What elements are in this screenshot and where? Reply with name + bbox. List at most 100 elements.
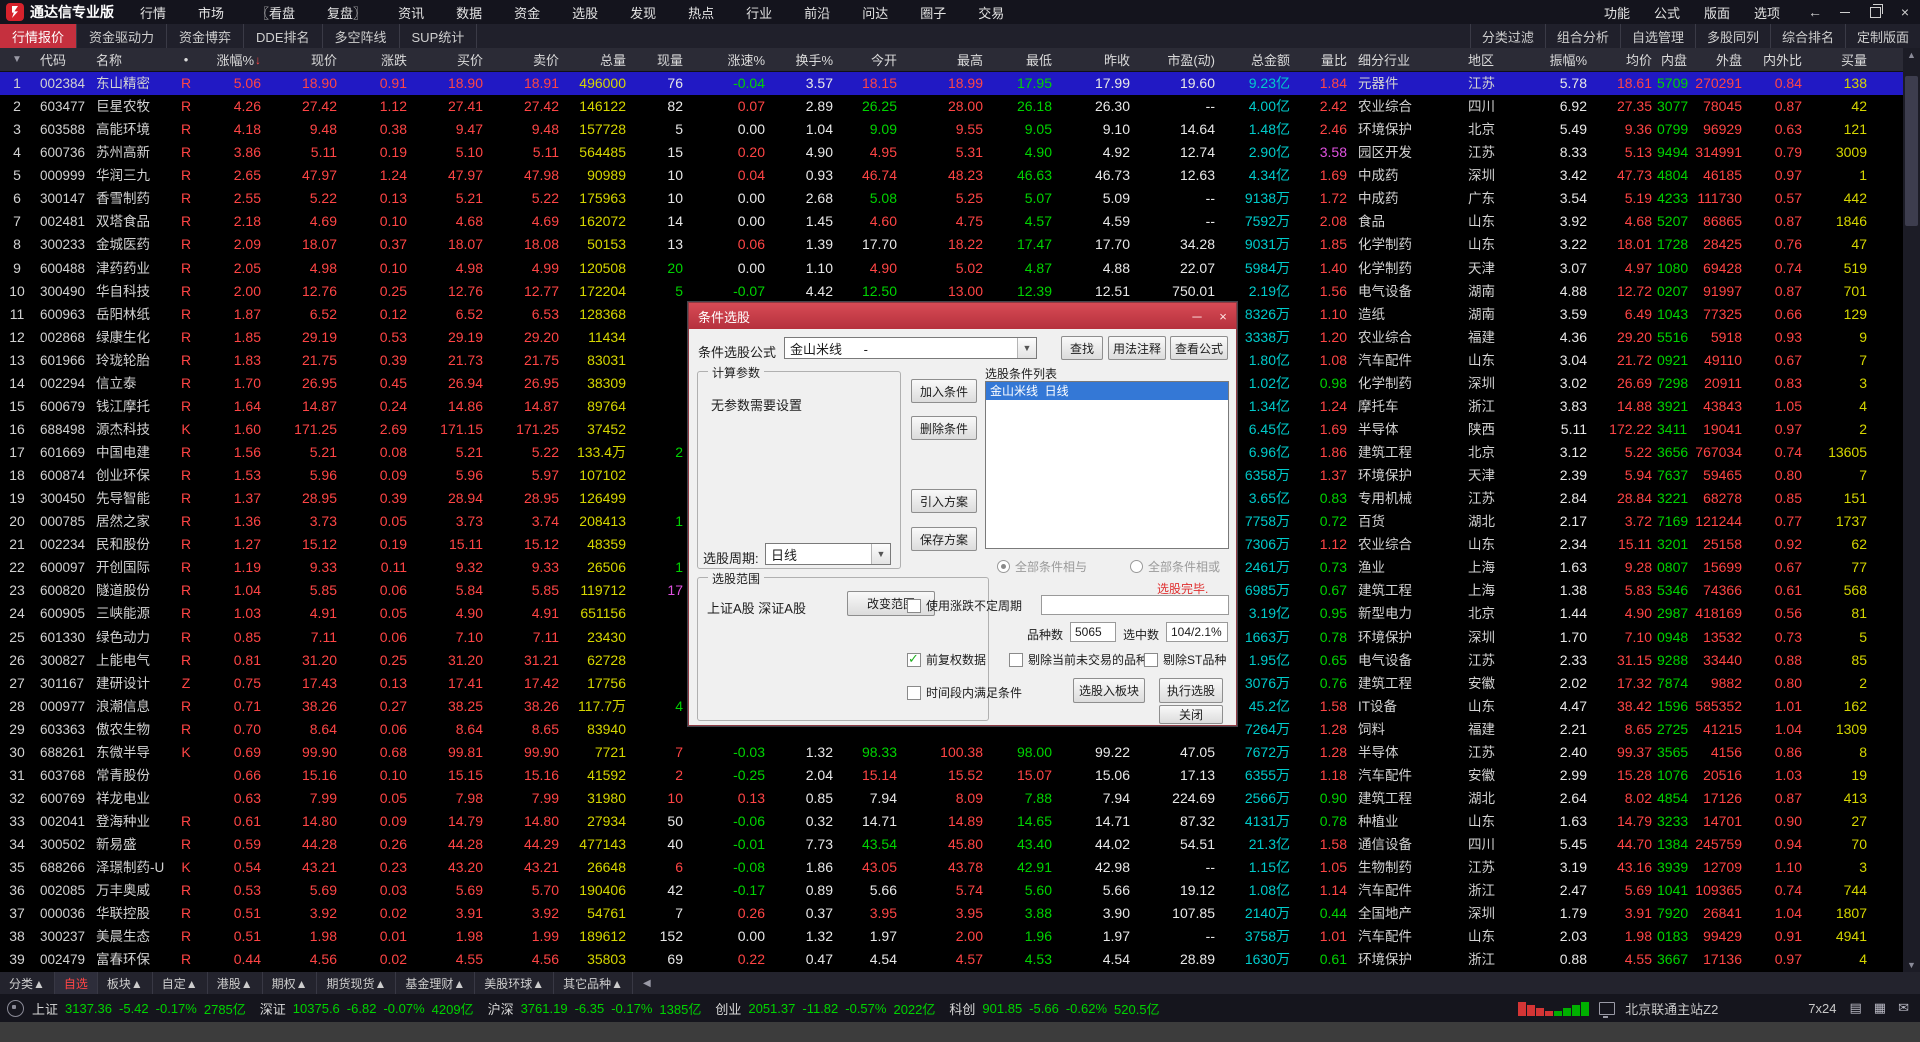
index-quote-科创[interactable]: 科创 901.85 -5.66 -0.62% 520.5亿 <box>949 999 1159 1018</box>
menu-item-资讯[interactable]: 资讯 <box>382 3 440 22</box>
menu-item-选项[interactable]: 选项 <box>1742 3 1792 22</box>
period-combobox[interactable]: 日线 ▼ <box>765 543 891 565</box>
column-header-turn[interactable]: 换手% <box>770 48 838 71</box>
index-quote-上证[interactable]: 上证 3137.36 -5.42 -0.17% 2785亿 <box>32 999 246 1018</box>
checkbox-exclude-st[interactable]: 剔除ST品种 <box>1144 651 1226 668</box>
filter-icon[interactable]: ▼ <box>12 54 22 65</box>
tool-多股同列[interactable]: 多股同列 <box>1694 24 1770 48</box>
mail-icon[interactable]: ✉ <box>1895 1000 1912 1016</box>
tool-组合分析[interactable]: 组合分析 <box>1544 24 1620 48</box>
checkbox-icon[interactable] <box>907 598 921 613</box>
restore-icon[interactable] <box>1860 0 1890 24</box>
column-header-high[interactable]: 最高 <box>902 48 988 71</box>
add-condition-button[interactable]: 加入条件 <box>911 379 977 403</box>
menu-item-选股[interactable]: 选股 <box>556 3 614 22</box>
column-header-amt[interactable]: 总金额 <box>1220 48 1295 71</box>
column-header-spd[interactable]: 涨速% <box>688 48 770 71</box>
market-tab-美股环球[interactable]: 美股环球▲ <box>475 972 555 994</box>
column-header-prev[interactable]: 昨收 <box>1057 48 1135 71</box>
back-icon[interactable]: ← <box>1800 0 1830 24</box>
table-row[interactable]: 1 002384 东山精密 R 5.06 18.90 0.91 18.90 18.91 49600… <box>0 72 1920 96</box>
formula-combobox[interactable]: 金山米线 - ▼ <box>784 337 1037 359</box>
table-row[interactable]: 9 600488 津药药业 R 2.05 4.98 0.10 4.98 4.99 120508 20… <box>0 257 1920 280</box>
menu-item-发现[interactable]: 发现 <box>614 3 672 22</box>
tool-分类过滤[interactable]: 分类过滤 <box>1469 24 1545 48</box>
chevron-down-icon[interactable]: ▼ <box>871 544 890 564</box>
usage-note-button[interactable]: 用法注释 <box>1108 336 1166 360</box>
scroll-up-icon[interactable]: ▲ <box>1907 48 1916 62</box>
tab-scroll-left-icon[interactable]: ◀ <box>637 972 657 994</box>
column-header-bvol[interactable]: 买量 <box>1807 48 1872 71</box>
column-header-pad[interactable] <box>1872 48 1903 71</box>
table-row[interactable]: 30 688261 东微半导 K 0.69 99.90 0.68 99.81 99.90 7721… <box>0 741 1920 764</box>
remove-condition-button[interactable]: 删除条件 <box>911 416 977 440</box>
menu-item-圈子[interactable]: 圈子 <box>904 3 962 22</box>
market-tab-期货现货[interactable]: 期货现货▲ <box>317 972 397 994</box>
index-quote-沪深[interactable]: 沪深 3761.19 -6.35 -0.17% 1385亿 <box>488 999 702 1018</box>
table-row[interactable]: 31 603768 常青股份 0.66 15.16 0.10 15.15 15.16 41592… <box>0 764 1920 787</box>
dialog-minimize-icon[interactable]: ─ <box>1184 303 1210 329</box>
column-header-pe[interactable]: 市盈(动) <box>1135 48 1220 71</box>
menu-item-数据[interactable]: 数据 <box>440 3 498 22</box>
column-header-avg[interactable]: 均价 <box>1592 48 1657 71</box>
column-header-vol[interactable]: 总量 <box>564 48 631 71</box>
column-header-ind[interactable]: 细分行业 <box>1352 48 1462 71</box>
column-header-bid[interactable]: 买价 <box>412 48 488 71</box>
menu-item-前沿[interactable]: 前沿 <box>788 3 846 22</box>
column-header-io[interactable]: 内外比 <box>1747 48 1807 71</box>
vertical-scrollbar[interactable]: ▲ ▼ <box>1903 48 1920 972</box>
market-tab-其它品种[interactable]: 其它品种▲ <box>554 972 634 994</box>
table-row[interactable]: 39 002479 富春环保 R 0.44 4.56 0.02 4.55 4.56 35803 69… <box>0 948 1920 971</box>
condition-list-item[interactable]: 金山米线 日线 <box>986 382 1228 400</box>
table-row[interactable]: 34 300502 新易盛 R 0.59 44.28 0.26 44.28 44.29 47714… <box>0 833 1920 856</box>
column-header-open[interactable]: 今开 <box>838 48 902 71</box>
table-row[interactable]: 38 300237 美晨生态 R 0.51 1.98 0.01 1.98 1.99 189612 1… <box>0 925 1920 948</box>
checkbox-forward-adjusted[interactable]: 前复权数据 <box>907 651 986 668</box>
grid-icon[interactable]: ▤ <box>1847 1000 1865 1016</box>
import-plan-button[interactable]: 引入方案 <box>911 489 977 513</box>
table-row[interactable]: 2 603477 巨星农牧 R 4.26 27.42 1.12 27.41 27.42 14612… <box>0 95 1920 118</box>
menu-item-交易[interactable]: 交易 <box>962 3 1020 22</box>
column-header-name[interactable]: 名称 <box>90 48 166 71</box>
market-tab-自定[interactable]: 自定▲ <box>153 972 208 994</box>
column-header-seq[interactable]: ▼ <box>0 48 34 71</box>
server-name[interactable]: 北京联通主站Z2 <box>1625 999 1718 1018</box>
tab-行情报价[interactable]: 行情报价 <box>0 24 78 48</box>
market-tab-基金理财[interactable]: 基金理财▲ <box>396 972 476 994</box>
table-row[interactable]: 32 600769 祥龙电业 0.63 7.99 0.05 7.98 7.99 31980 10 0… <box>0 787 1920 810</box>
variable-period-input[interactable] <box>1041 595 1229 615</box>
table-row[interactable]: 7 002481 双塔食品 R 2.18 4.69 0.10 4.68 4.69 162072 14… <box>0 210 1920 233</box>
shield-icon[interactable] <box>7 999 24 1017</box>
menu-item-复盘〗[interactable]: 复盘〗 <box>311 3 382 22</box>
column-header-pct[interactable]: 涨幅% ↓ <box>206 48 266 71</box>
table-row[interactable]: 36 002085 万丰奥威 R 0.53 5.69 0.03 5.69 5.70 190406 4… <box>0 879 1920 902</box>
menu-item-行业[interactable]: 行业 <box>730 3 788 22</box>
dialog-close-icon[interactable]: × <box>1210 303 1236 329</box>
menu-item-版面[interactable]: 版面 <box>1692 3 1742 22</box>
board-icon[interactable]: ▦ <box>1871 1000 1889 1016</box>
column-header-amp[interactable]: 振幅% <box>1526 48 1592 71</box>
tool-定制版面[interactable]: 定制版面 <box>1844 24 1920 48</box>
save-plan-button[interactable]: 保存方案 <box>911 527 977 551</box>
column-header-chg[interactable]: 涨跌 <box>342 48 412 71</box>
pick-into-block-button[interactable]: 选股入板块 <box>1073 678 1145 703</box>
tab-DDE排名[interactable]: DDE排名 <box>244 24 323 48</box>
monitor-icon[interactable] <box>1599 1001 1616 1018</box>
menu-item-热点[interactable]: 热点 <box>672 3 730 22</box>
tab-资金博弈[interactable]: 资金博弈 <box>167 24 245 48</box>
execute-pick-button[interactable]: 执行选股 <box>1159 678 1223 703</box>
index-quote-创业[interactable]: 创业 2051.37 -11.82 -0.57% 2022亿 <box>715 999 935 1018</box>
market-tab-自选[interactable]: 自选 <box>54 972 98 994</box>
dialog-title-bar[interactable]: 条件选股 ─ × <box>689 303 1236 329</box>
market-tab-港股[interactable]: 港股▲ <box>208 972 263 994</box>
column-header-low[interactable]: 最低 <box>988 48 1057 71</box>
close-dialog-button[interactable]: 关闭 <box>1159 705 1223 724</box>
menu-item-功能[interactable]: 功能 <box>1592 3 1642 22</box>
checkbox-icon[interactable] <box>907 685 921 700</box>
tab-多空阵线[interactable]: 多空阵线 <box>323 24 400 48</box>
column-header-area[interactable]: 地区 <box>1462 48 1526 71</box>
column-header-out[interactable]: 外盘 <box>1692 48 1747 71</box>
table-row[interactable]: 6 300147 香雪制药 R 2.55 5.22 0.13 5.21 5.22 175963 10… <box>0 187 1920 210</box>
table-row[interactable]: 10 300490 华自科技 R 2.00 12.76 0.25 12.76 12.77 1722… <box>0 280 1920 303</box>
market-tab-期权[interactable]: 期权▲ <box>263 972 318 994</box>
